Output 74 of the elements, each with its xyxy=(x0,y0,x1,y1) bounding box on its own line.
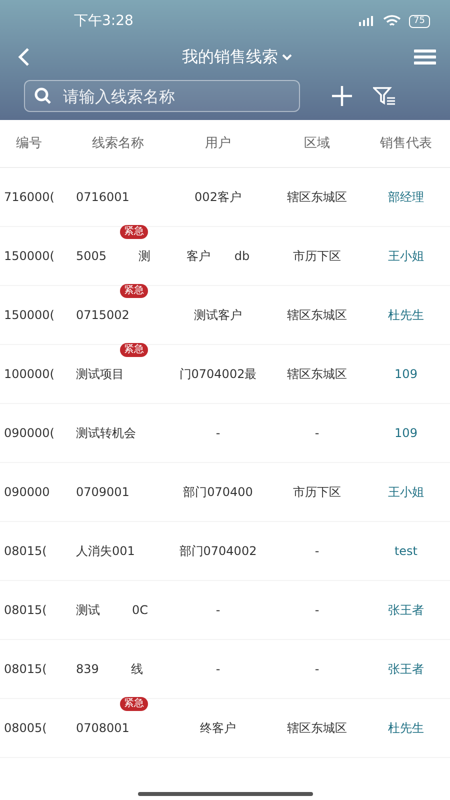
table-cell: 150000( xyxy=(4,249,54,263)
table-cell: 市历下区 xyxy=(293,485,341,499)
add-icon[interactable] xyxy=(331,85,353,107)
search-icon xyxy=(34,87,52,105)
filter-icon[interactable] xyxy=(373,86,397,106)
table-cell-text: 0716001 xyxy=(76,189,130,206)
back-icon[interactable] xyxy=(18,47,30,67)
table-cell-text: 线 xyxy=(130,661,143,678)
table-cell-text: 测 xyxy=(138,248,151,265)
table-cell: 716000( xyxy=(4,190,54,204)
table-cell-text: 002客户 xyxy=(194,189,242,206)
table-cell: 08005( xyxy=(4,721,47,735)
table-cell-text: 测试转机会 xyxy=(76,425,136,442)
sales-rep-name: 王小姐 xyxy=(388,485,424,499)
table-cell: 090000 xyxy=(4,485,50,499)
table-cell: 150000( xyxy=(4,308,54,322)
table-cell-text: 0709001 xyxy=(76,484,130,501)
column-header: 销售代表 xyxy=(380,136,432,151)
status-time: 下午3:28 xyxy=(74,12,134,30)
table-cell-text: 门0704002最 xyxy=(179,366,257,383)
signal-icon xyxy=(356,16,375,26)
table-cell-text: 839 xyxy=(76,661,99,678)
urgent-badge: 紧急 xyxy=(120,343,148,357)
wifi-icon xyxy=(382,14,401,28)
battery-icon: 75 xyxy=(408,14,430,28)
table-cell: 辖区东城区 xyxy=(287,721,347,735)
sales-rep-name: 109 xyxy=(394,426,418,440)
table-cell-text: 客户 xyxy=(186,248,210,265)
table-cell-text: - xyxy=(216,661,220,678)
table-cell: 市历下区 xyxy=(293,249,341,263)
table-cell-text: - xyxy=(216,425,220,442)
table-cell: 08015( xyxy=(4,603,47,617)
table-cell: 辖区东城区 xyxy=(287,308,347,322)
table-cell: 辖区东城区 xyxy=(287,367,347,381)
table-cell-text: 人消失001 xyxy=(76,543,135,560)
sales-rep-name: 王小姐 xyxy=(388,249,424,263)
table-cell-text: 0C xyxy=(132,602,148,619)
table-cell: - xyxy=(314,603,320,617)
table-cell-text: 测试客户 xyxy=(194,307,242,324)
table-cell-text: 终客户 xyxy=(200,720,236,737)
page-title[interactable]: 我的销售线索 xyxy=(182,45,278,69)
table-cell-text: 部门0704002 xyxy=(179,543,257,560)
sales-rep-name: 109 xyxy=(394,367,418,381)
urgent-badge: 紧急 xyxy=(120,225,148,239)
table-cell-text: 部门070400 xyxy=(183,484,253,501)
table-cell: 08015( xyxy=(4,544,47,558)
table-cell-text: 0708001 xyxy=(76,720,130,737)
urgent-badge: 紧急 xyxy=(120,284,148,298)
column-header: 区域 xyxy=(304,136,330,151)
table-cell: - xyxy=(314,426,320,440)
table-cell: 100000( xyxy=(4,367,54,381)
table-cell: - xyxy=(314,662,320,676)
table-cell: 辖区东城区 xyxy=(287,190,347,204)
urgent-badge: 紧急 xyxy=(120,697,148,711)
sales-rep-name: 杜先生 xyxy=(388,721,424,735)
chevron-down-icon[interactable] xyxy=(282,54,292,60)
table-cell-text: 测试项目 xyxy=(76,366,124,383)
menu-icon[interactable] xyxy=(414,49,436,65)
sales-rep-name: 部经理 xyxy=(388,190,424,204)
table-cell-text: - xyxy=(216,602,220,619)
column-header: 编号 xyxy=(16,136,42,151)
table-cell: 090000( xyxy=(4,426,54,440)
sales-rep-name: 张王者 xyxy=(388,603,424,617)
table-cell-text: 0715002 xyxy=(76,307,130,324)
table-cell-text: 测试 xyxy=(76,602,100,619)
column-header: 用户 xyxy=(205,136,231,151)
table-cell-text: db xyxy=(234,248,250,265)
sales-rep-name: 杜先生 xyxy=(388,308,424,322)
table-cell: 08015( xyxy=(4,662,47,676)
table-cell-text: 5005 xyxy=(76,248,107,265)
sales-rep-name: test xyxy=(394,544,418,558)
column-header: 线索名称 xyxy=(92,136,144,151)
table-cell: - xyxy=(314,544,320,558)
sales-rep-name: 张王者 xyxy=(388,662,424,676)
